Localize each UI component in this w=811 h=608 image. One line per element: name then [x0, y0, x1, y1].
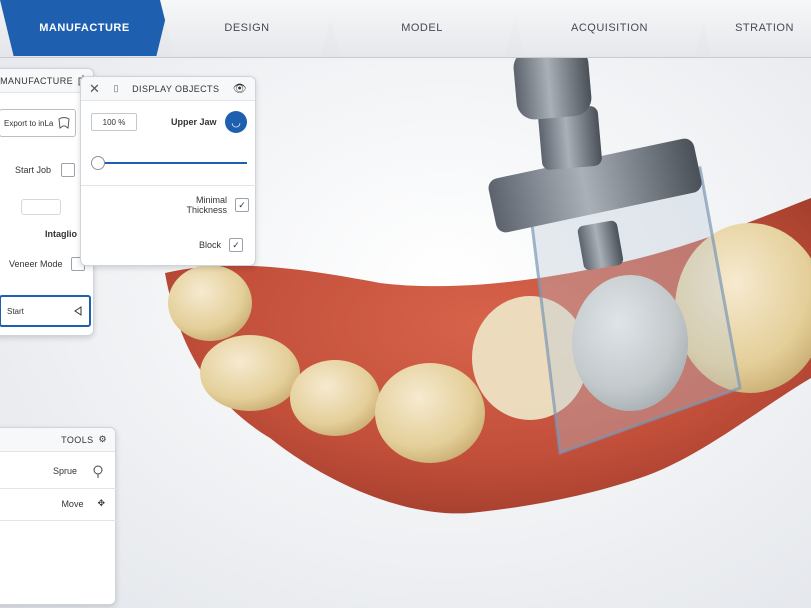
tab-manufacture[interactable]: MANUFACTURE	[0, 0, 170, 56]
opacity-value[interactable]: 100 %	[91, 113, 137, 131]
block-row[interactable]: Block ✓	[199, 238, 244, 252]
tooth-1	[168, 265, 252, 341]
tools-panel-header: TOOLS ⚙	[0, 428, 115, 452]
play-icon	[73, 306, 83, 316]
veneer-mode-label: Veneer Mode	[9, 259, 63, 269]
opacity-slider-track[interactable]	[95, 162, 247, 164]
export-label: Export to inLa	[4, 118, 54, 128]
start-job-label: Start Job	[15, 165, 52, 175]
start-job-row[interactable]: Start Job	[15, 163, 76, 177]
tooth-2	[200, 335, 300, 411]
tooth-export-icon	[57, 116, 71, 130]
sprue-stem	[577, 220, 624, 271]
tooth-3	[290, 360, 380, 436]
minimal-thickness-label: Minimal Thickness	[186, 195, 227, 215]
display-objects-panel: ✕ ▯ DISPLAY OBJECTS 👁 100 % Upper Jaw ◡ …	[80, 76, 257, 266]
start-button[interactable]: Start	[0, 295, 91, 327]
upper-jaw-icon[interactable]: ◡	[225, 111, 247, 133]
block-label: Block	[199, 240, 222, 250]
minimal-thickness-checkbox[interactable]: ✓	[235, 198, 249, 212]
divider	[81, 185, 257, 186]
divider	[0, 520, 117, 521]
mode-row: Intaglio	[45, 229, 77, 239]
move-icon: ✥	[97, 498, 105, 508]
tools-panel-title: TOOLS	[61, 434, 94, 445]
tool-item-sprue[interactable]: Sprue	[53, 464, 105, 478]
tools-panel: TOOLS ⚙ Sprue Move ✥	[0, 427, 117, 605]
tool-label-sprue: Sprue	[52, 466, 77, 476]
tool-label-move: Move	[61, 498, 84, 509]
display-objects-title: DISPLAY OBJECTS	[132, 83, 220, 94]
tool-item-move[interactable]: Move ✥	[61, 498, 105, 509]
start-job-checkbox[interactable]	[61, 163, 76, 177]
export-row[interactable]: Export to inLa	[0, 109, 77, 137]
upper-jaw-label: Upper Jaw	[171, 117, 217, 127]
tooth-4	[375, 363, 485, 463]
holder-top	[513, 58, 592, 120]
export-button[interactable]: Export to inLa	[0, 109, 77, 137]
eye-icon: 👁	[232, 83, 247, 95]
inactive-row	[21, 199, 61, 215]
divider	[0, 488, 117, 489]
tab-model[interactable]: MODEL	[325, 0, 520, 56]
pin-icon[interactable]: ▯	[114, 83, 119, 94]
main-tab-bar: MANUFACTURE DESIGN MODEL ACQUISITION STR…	[0, 0, 811, 58]
sprue-icon	[91, 464, 105, 478]
start-label: Start	[7, 306, 24, 316]
minimal-thickness-row[interactable]: Minimal Thickness ✓	[177, 195, 249, 215]
opacity-slider-thumb[interactable]	[91, 156, 105, 170]
tools-icon: ⚙	[98, 434, 107, 444]
intaglio-label: Intaglio	[45, 229, 77, 239]
inactive-button[interactable]	[21, 199, 61, 215]
block-checkbox[interactable]: ✓	[229, 238, 244, 252]
tab-acquisition[interactable]: ACQUISITION	[510, 0, 710, 56]
veneer-row[interactable]: Veneer Mode	[9, 257, 85, 271]
display-objects-header: ✕ ▯ DISPLAY OBJECTS 👁	[81, 77, 255, 101]
tab-registration[interactable]: STRATION	[700, 0, 811, 56]
close-icon[interactable]: ✕	[89, 81, 100, 97]
tab-design[interactable]: DESIGN	[160, 0, 335, 56]
manufacture-panel-title: MANUFACTURE	[0, 75, 73, 86]
